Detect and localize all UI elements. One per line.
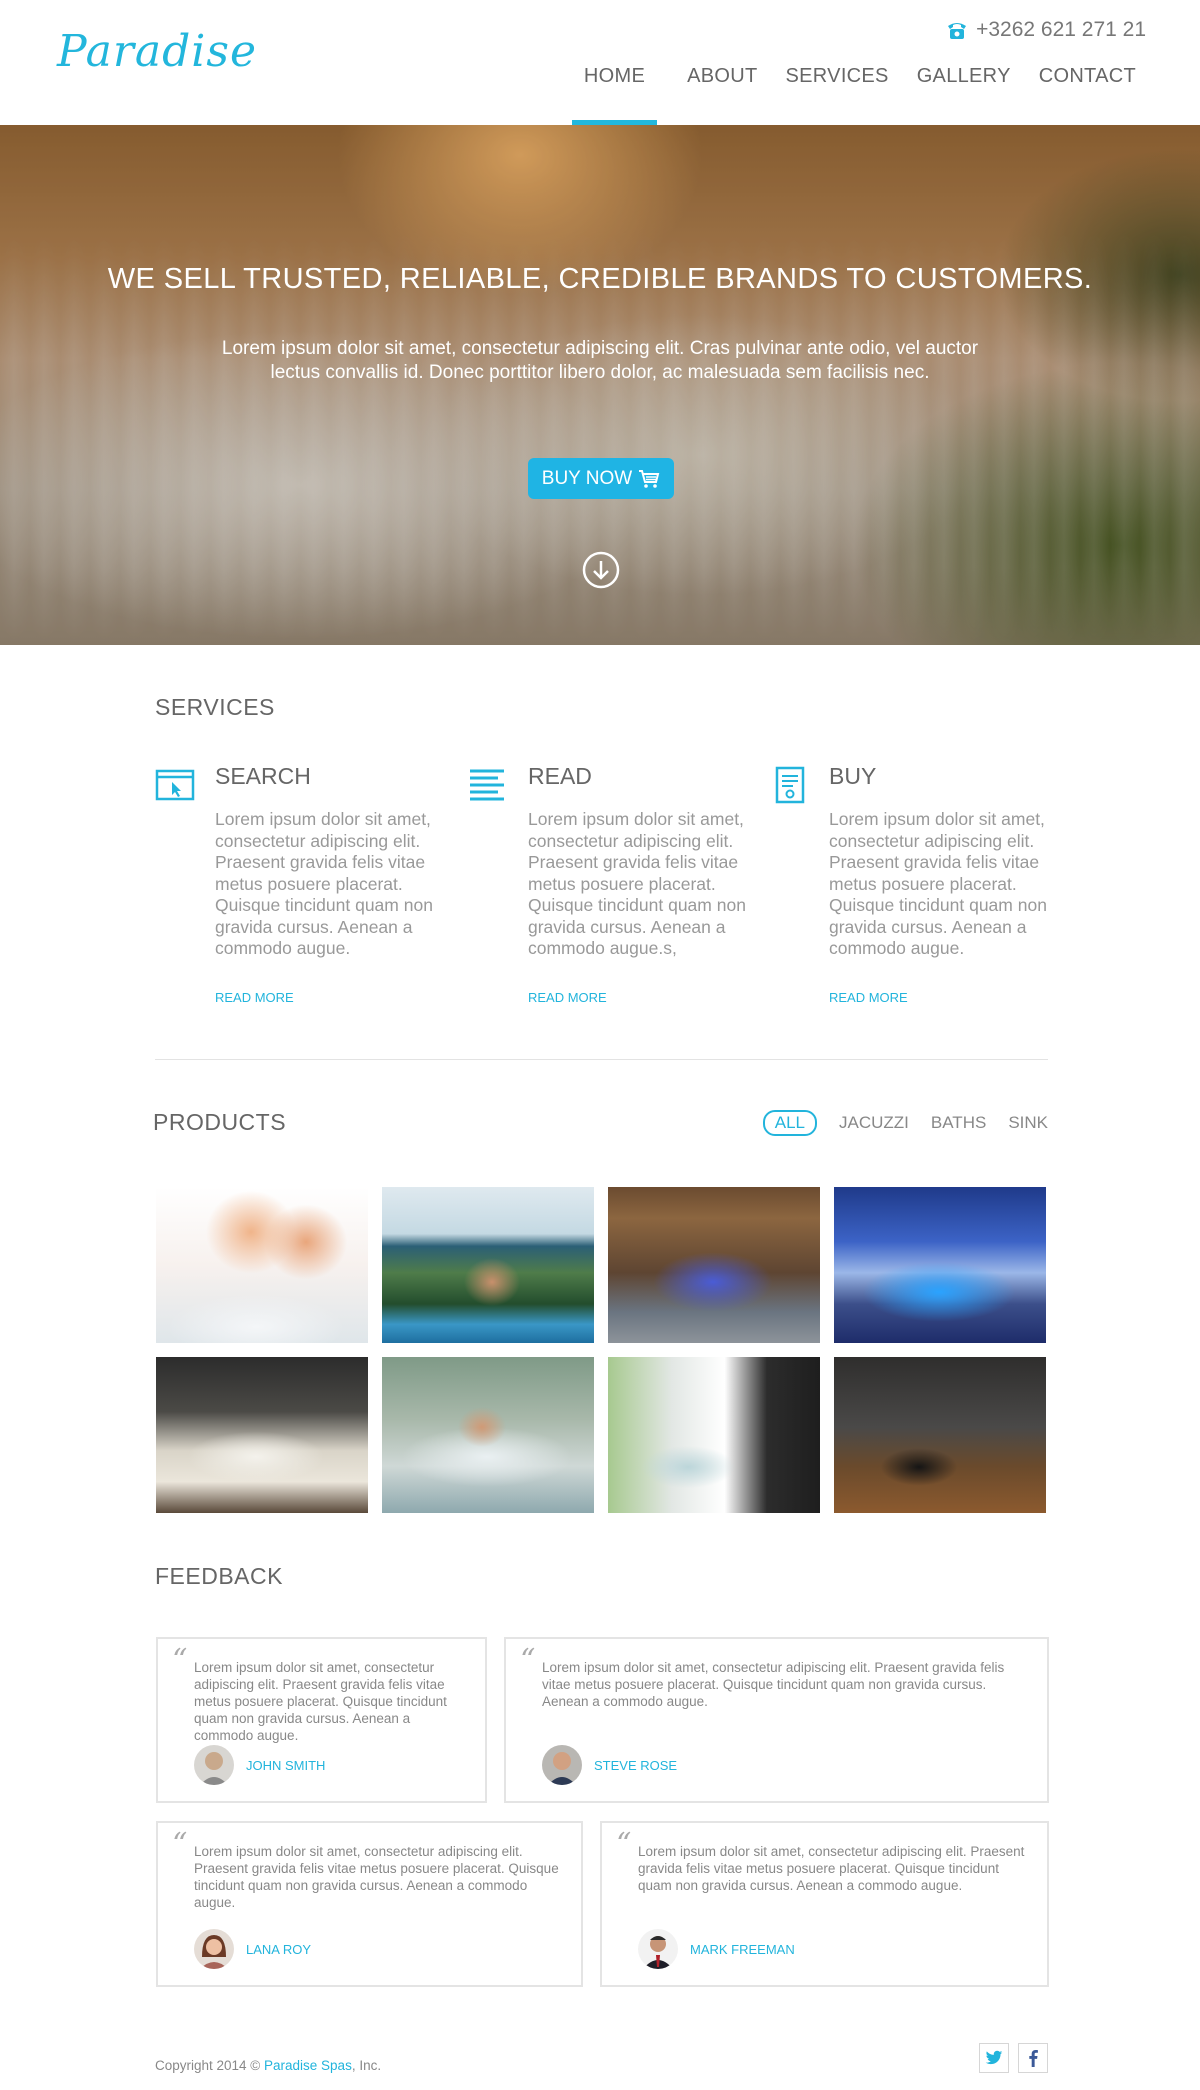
- testimonial-author: MARK FREEMAN: [638, 1929, 795, 1969]
- quote-icon: “: [172, 1827, 188, 1862]
- quote-icon: “: [520, 1643, 536, 1678]
- avatar: [194, 1929, 234, 1969]
- site-header: Paradise +3262 621 271 21 HOME ABOUT SER…: [0, 0, 1200, 125]
- testimonial-author: LANA ROY: [194, 1929, 311, 1969]
- hero-banner: WE SELL TRUSTED, RELIABLE, CREDIBLE BRAN…: [0, 125, 1200, 645]
- service-head: SEARCH: [215, 763, 311, 789]
- author-name[interactable]: MARK FREEMAN: [690, 1942, 795, 1957]
- testimonial-author: JOHN SMITH: [194, 1745, 325, 1785]
- product-image-modern-bathroom[interactable]: [608, 1357, 820, 1513]
- twitter-icon: [985, 2050, 1003, 2065]
- testimonial-text: Lorem ipsum dolor sit amet, consectetur …: [542, 1660, 1005, 1709]
- product-image-outdoor-spa[interactable]: [834, 1187, 1046, 1343]
- avatar: [638, 1929, 678, 1969]
- browser-cursor-icon: [155, 769, 195, 801]
- product-gallery: [156, 1187, 1046, 1513]
- text-lines-icon: [470, 769, 504, 801]
- filter-baths[interactable]: BATHS: [931, 1113, 986, 1133]
- filter-sink[interactable]: SINK: [1008, 1113, 1048, 1133]
- product-image-couple-jacuzzi[interactable]: [156, 1187, 368, 1343]
- hero-text: Lorem ipsum dolor sit amet, consectetur …: [221, 338, 979, 383]
- service-head: READ: [528, 763, 592, 789]
- read-more-link[interactable]: READ MORE: [215, 990, 294, 1005]
- hero-title: WE SELL TRUSTED, RELIABLE, CREDIBLE BRAN…: [107, 263, 1093, 295]
- nav-home[interactable]: HOME: [571, 62, 658, 125]
- avatar: [542, 1745, 582, 1785]
- buy-now-label: BUY NOW: [541, 467, 633, 489]
- services-title: SERVICES: [155, 694, 275, 720]
- copyright-prefix: Copyright 2014 ©: [155, 2058, 265, 2073]
- testimonial-card: “ Lorem ipsum dolor sit amet, consectetu…: [504, 1637, 1049, 1803]
- nav-contact[interactable]: CONTACT: [1025, 62, 1150, 125]
- service-head: BUY: [829, 763, 877, 789]
- quote-icon: “: [172, 1643, 188, 1678]
- products-title: PRODUCTS: [153, 1109, 287, 1135]
- testimonial-text: Lorem ipsum dolor sit amet, consectetur …: [194, 1660, 447, 1743]
- quote-icon: “: [616, 1827, 632, 1862]
- service-text: Lorem ipsum dolor sit amet, consectetur …: [215, 809, 433, 958]
- arrow-down-circle-icon[interactable]: [582, 551, 620, 589]
- read-more-link[interactable]: READ MORE: [829, 990, 908, 1005]
- twitter-button[interactable]: [979, 2043, 1009, 2073]
- service-text: Lorem ipsum dolor sit amet, consectetur …: [829, 809, 1047, 958]
- copyright-suffix: , Inc.: [351, 2058, 382, 2073]
- product-filters: ALL JACUZZI BATHS SINK: [762, 1110, 1048, 1136]
- section-divider: [155, 1059, 1048, 1060]
- logo[interactable]: Paradise: [57, 26, 257, 77]
- nav-gallery[interactable]: GALLERY: [903, 62, 1025, 125]
- author-name[interactable]: LANA ROY: [246, 1942, 311, 1957]
- service-text: Lorem ipsum dolor sit amet, consectetur …: [528, 809, 746, 958]
- cart-icon: [639, 469, 660, 488]
- product-image-indoor-jacuzzi[interactable]: [608, 1187, 820, 1343]
- read-more-link[interactable]: READ MORE: [528, 990, 607, 1005]
- product-image-black-tub[interactable]: [834, 1357, 1046, 1513]
- testimonial-card: “ Lorem ipsum dolor sit amet, consectetu…: [156, 1637, 487, 1803]
- brand-link[interactable]: Paradise Spas: [264, 2058, 352, 2073]
- filter-jacuzzi[interactable]: JACUZZI: [839, 1113, 909, 1133]
- product-image-man-hot-tub[interactable]: [382, 1357, 594, 1513]
- phone-number[interactable]: +3262 621 271 21: [976, 18, 1146, 42]
- filter-all[interactable]: ALL: [762, 1110, 817, 1136]
- testimonial-text: Lorem ipsum dolor sit amet, consectetur …: [194, 1844, 559, 1910]
- phone-icon: [948, 23, 967, 39]
- phone-contact: +3262 621 271 21: [946, 18, 1146, 42]
- nav-about[interactable]: ABOUT: [673, 62, 771, 125]
- nav-services[interactable]: SERVICES: [772, 62, 903, 125]
- product-image-white-bath[interactable]: [156, 1357, 368, 1513]
- testimonial-author: STEVE ROSE: [542, 1745, 677, 1785]
- avatar: [194, 1745, 234, 1785]
- main-nav: HOME ABOUT SERVICES GALLERY CONTACT: [571, 62, 1150, 125]
- author-name[interactable]: STEVE ROSE: [594, 1758, 677, 1773]
- testimonial-card: “ Lorem ipsum dolor sit amet, consectetu…: [600, 1821, 1049, 1987]
- facebook-icon: [1029, 2049, 1038, 2067]
- testimonial-text: Lorem ipsum dolor sit amet, consectetur …: [638, 1844, 1025, 1893]
- facebook-button[interactable]: [1018, 2043, 1048, 2073]
- product-image-pool-relax[interactable]: [382, 1187, 594, 1343]
- buy-now-button[interactable]: BUY NOW: [528, 458, 674, 499]
- testimonial-card: “ Lorem ipsum dolor sit amet, consectetu…: [156, 1821, 583, 1987]
- feedback-title: FEEDBACK: [155, 1563, 283, 1589]
- author-name[interactable]: JOHN SMITH: [246, 1758, 325, 1773]
- document-icon: [775, 766, 805, 804]
- copyright: Copyright 2014 © Paradise Spas, Inc.: [155, 2058, 381, 2073]
